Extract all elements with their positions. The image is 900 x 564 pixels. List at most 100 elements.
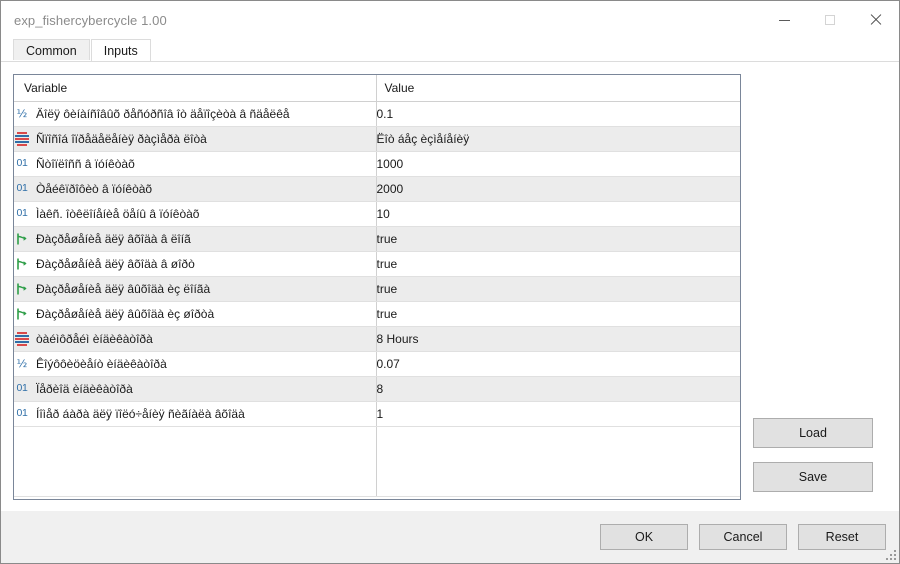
tab-inputs[interactable]: Inputs <box>90 39 151 61</box>
type-integer-icon: 01 <box>16 407 28 420</box>
variable-label: Äîëÿ ôèíàíñîâûõ ðåñóðñîâ îò äåïîçèòà â ñ… <box>36 106 290 121</box>
table-row[interactable]: 01 Òåéêïðîôèò â ïóíêòàõ 2000 <box>14 176 740 202</box>
cancel-button-label: Cancel <box>723 530 763 544</box>
ok-button[interactable]: OK <box>600 524 688 550</box>
value-label: 8 Hours <box>376 331 419 346</box>
table-row[interactable]: 01 Íîìåð áàðà äëÿ ïîëó÷åíèÿ ñèãíàëà âõîäà… <box>14 401 740 427</box>
variable-label: Ïåðèîä èíäèêàòîðà <box>36 381 133 396</box>
value-label: true <box>376 281 398 296</box>
dialog-footer: OK Cancel Reset <box>1 511 899 563</box>
close-button[interactable] <box>853 1 899 39</box>
cell-variable[interactable]: Ðàçðåøåíèå äëÿ âõîäà â ëîíã <box>14 226 376 252</box>
save-button[interactable]: Save <box>753 462 873 492</box>
type-integer-icon: 01 <box>16 207 28 220</box>
reset-button[interactable]: Reset <box>798 524 886 550</box>
value-label: 2000 <box>376 181 404 196</box>
cell-value[interactable]: 2000 <box>375 176 740 202</box>
grid-empty-variable <box>14 426 376 497</box>
table-row[interactable]: ½ Êîýôôèöèåíò èíäèêàòîðà 0.07 <box>14 351 740 377</box>
cell-variable[interactable]: 01 Òåéêïðîôèò â ïóíêòàõ <box>14 176 376 202</box>
tab-common-label: Common <box>26 43 77 58</box>
table-row[interactable]: 01 Ìàêñ. îòêëîíåíèå öåíû â ïóíêòàõ 10 <box>14 201 740 227</box>
value-label: 8 <box>376 381 384 396</box>
cell-variable[interactable]: òàéìôðåéì èíäèêàòîðà <box>14 326 376 352</box>
grid-header-row: Variable Value <box>14 75 740 102</box>
cell-variable[interactable]: 01 Íîìåð áàðà äëÿ ïîëó÷åíèÿ ñèãíàëà âõîäà <box>14 401 376 427</box>
variable-label: Òåéêïðîôèò â ïóíêòàõ <box>36 181 153 196</box>
cell-variable[interactable]: Ñïîñîá îïðåäåëåíèÿ ðàçìåðà ëîòà <box>14 126 376 152</box>
table-row[interactable]: 01 Ñòîïëîññ â ïóíêòàõ 1000 <box>14 151 740 177</box>
cell-variable[interactable]: Ðàçðåøåíèå äëÿ âûõîäà èç ëîíãà <box>14 276 376 302</box>
value-label: 1 <box>376 406 384 421</box>
table-row[interactable]: òàéìôðåéì èíäèêàòîðà 8 Hours <box>14 326 740 352</box>
tab-strip: Common Inputs <box>1 39 899 61</box>
cell-variable[interactable]: Ðàçðåøåíèå äëÿ âõîäà â øîðò <box>14 251 376 277</box>
maximize-icon <box>825 15 835 25</box>
type-double-icon: ½ <box>16 357 28 370</box>
ok-button-label: OK <box>634 530 654 544</box>
cell-value[interactable]: 8 Hours <box>375 326 740 352</box>
cell-variable[interactable]: 01 Ìàêñ. îòêëîíåíèå öåíû â ïóíêòàõ <box>14 201 376 227</box>
load-button-label: Load <box>799 426 827 440</box>
type-enum-icon <box>14 331 30 347</box>
cell-variable[interactable]: Ðàçðåøåíèå äëÿ âûõîäà èç øîðòà <box>14 301 376 327</box>
properties-dialog: exp_fishercybercycle 1.00 Common Inputs <box>0 0 900 564</box>
cell-value[interactable]: 0.07 <box>375 351 740 377</box>
cell-value[interactable]: 8 <box>375 376 740 402</box>
table-row[interactable]: Ðàçðåøåíèå äëÿ âõîäà â øîðò true <box>14 251 740 277</box>
type-integer-icon: 01 <box>16 382 28 395</box>
title-bar: exp_fishercybercycle 1.00 <box>1 1 899 39</box>
minimize-button[interactable] <box>761 1 807 39</box>
cell-value[interactable]: Ëîò áåç èçìåíåíèÿ <box>375 126 740 152</box>
column-header-value[interactable]: Value <box>375 75 740 102</box>
cell-value[interactable]: true <box>375 301 740 327</box>
load-button[interactable]: Load <box>753 418 873 448</box>
column-header-variable[interactable]: Variable <box>14 75 376 102</box>
grid-empty-value <box>375 426 740 497</box>
maximize-button[interactable] <box>807 1 853 39</box>
type-double-icon: ½ <box>16 107 28 120</box>
table-row[interactable]: Ñïîñîá îïðåäåëåíèÿ ðàçìåðà ëîòà Ëîò áåç è… <box>14 126 740 152</box>
side-button-column: Load Save <box>753 74 873 501</box>
variable-label: Êîýôôèöèåíò èíäèêàòîðà <box>36 356 167 371</box>
cell-variable[interactable]: 01 Ïåðèîä èíäèêàòîðà <box>14 376 376 402</box>
cell-value[interactable]: 1000 <box>375 151 740 177</box>
type-boolean-icon <box>14 256 30 272</box>
value-label: true <box>376 231 398 246</box>
cell-value[interactable]: 10 <box>375 201 740 227</box>
cancel-button[interactable]: Cancel <box>699 524 787 550</box>
value-label: true <box>376 306 398 321</box>
value-label: Ëîò áåç èçìåíåíèÿ <box>376 131 470 146</box>
variable-label: Ðàçðåøåíèå äëÿ âûõîäà èç ëîíãà <box>36 281 211 296</box>
inputs-page: Variable Value ½ Äîëÿ ôèíàíñîâûõ ðåñóðñîâ… <box>1 61 899 511</box>
type-integer-icon: 01 <box>16 182 28 195</box>
minimize-icon <box>778 20 790 21</box>
table-row[interactable]: 01 Ïåðèîä èíäèêàòîðà 8 <box>14 376 740 402</box>
cell-variable[interactable]: 01 Ñòîïëîññ â ïóíêòàõ <box>14 151 376 177</box>
variable-label: Ðàçðåøåíèå äëÿ âõîäà â ëîíã <box>36 231 191 246</box>
value-label: 0.1 <box>376 106 394 121</box>
tab-inputs-label: Inputs <box>103 43 138 58</box>
table-row[interactable]: ½ Äîëÿ ôèíàíñîâûõ ðåñóðñîâ îò äåïîçèòà â … <box>14 101 740 127</box>
table-row[interactable]: Ðàçðåøåíèå äëÿ âûõîäà èç ëîíãà true <box>14 276 740 302</box>
cell-variable[interactable]: ½ Äîëÿ ôèíàíñîâûõ ðåñóðñîâ îò äåïîçèòà â … <box>14 101 376 127</box>
cell-value[interactable]: 0.1 <box>375 101 740 127</box>
cell-variable[interactable]: ½ Êîýôôèöèåíò èíäèêàòîðà <box>14 351 376 377</box>
value-label: 1000 <box>376 156 404 171</box>
window-controls <box>761 1 899 39</box>
variable-label: Ñïîñîá îïðåäåëåíèÿ ðàçìåðà ëîòà <box>36 131 207 146</box>
window-title: exp_fishercybercycle 1.00 <box>14 12 167 28</box>
tab-common[interactable]: Common <box>13 39 90 61</box>
type-boolean-icon <box>14 231 30 247</box>
resize-grip[interactable] <box>884 548 896 560</box>
table-row[interactable]: Ðàçðåøåíèå äëÿ âõîäà â ëîíã true <box>14 226 740 252</box>
variable-label: Ðàçðåøåíèå äëÿ âûõîäà èç øîðòà <box>36 306 215 321</box>
inputs-grid[interactable]: Variable Value ½ Äîëÿ ôèíàíñîâûõ ðåñóðñîâ… <box>13 74 741 500</box>
cell-value[interactable]: true <box>375 276 740 302</box>
cell-value[interactable]: true <box>375 251 740 277</box>
table-row[interactable]: Ðàçðåøåíèå äëÿ âûõîäà èç øîðòà true <box>14 301 740 327</box>
cell-value[interactable]: true <box>375 226 740 252</box>
grid-empty-area <box>14 426 740 497</box>
cell-value[interactable]: 1 <box>375 401 740 427</box>
variable-label: Ìàêñ. îòêëîíåíèå öåíû â ïóíêòàõ <box>36 206 200 221</box>
